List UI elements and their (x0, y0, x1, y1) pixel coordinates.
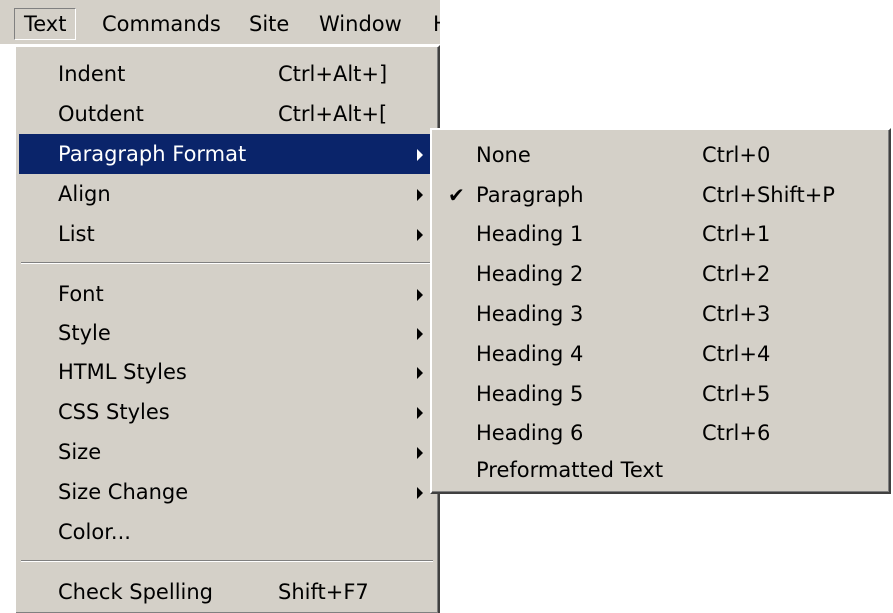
menubar-commands[interactable]: Commands (93, 9, 230, 39)
submenu-arrow-icon (417, 149, 423, 161)
menu-item-html-styles[interactable]: HTML Styles (19, 352, 435, 392)
menu-item-label: Heading 4 (476, 342, 584, 366)
menu-item-label: Heading 3 (476, 302, 584, 326)
menu-item-label: Align (58, 182, 111, 206)
menu-item-shortcut: Shift+F7 (278, 580, 369, 604)
menu-item-outdent[interactable]: Outdent Ctrl+Alt+[ (19, 94, 435, 134)
menu-bar: Text Commands Site Window H (0, 0, 440, 45)
menu-item-label: Size (58, 440, 102, 464)
menu-item-label: List (58, 222, 95, 246)
checkmark-icon: ✔ (448, 183, 465, 207)
menu-item-size-change[interactable]: Size Change (19, 472, 435, 512)
submenu-arrow-icon (417, 328, 423, 340)
menu-item-color[interactable]: Color... (19, 512, 435, 552)
submenu-item-heading-1[interactable]: Heading 1 Ctrl+1 (435, 214, 886, 254)
menu-item-label: None (476, 143, 531, 167)
menubar-text[interactable]: Text (14, 8, 77, 40)
menu-item-paragraph-format[interactable]: Paragraph Format (19, 134, 435, 174)
menu-item-list[interactable]: List (19, 214, 435, 254)
submenu-arrow-icon (417, 289, 423, 301)
menubar-site[interactable]: Site (240, 9, 298, 39)
submenu-arrow-icon (417, 229, 423, 241)
menu-item-label: Preformatted Text (476, 458, 664, 482)
submenu-arrow-icon (417, 367, 423, 379)
text-menu: Indent Ctrl+Alt+] Outdent Ctrl+Alt+[ Par… (14, 45, 440, 613)
menu-separator (21, 262, 433, 264)
submenu-arrow-icon (417, 189, 423, 201)
menu-item-shortcut: Ctrl+5 (702, 382, 771, 406)
menu-item-label: Paragraph Format (58, 142, 247, 166)
menu-item-label: Indent (58, 62, 126, 86)
submenu-item-heading-3[interactable]: Heading 3 Ctrl+3 (435, 294, 886, 334)
menu-item-label: Check Spelling (58, 580, 213, 604)
menu-item-css-styles[interactable]: CSS Styles (19, 392, 435, 432)
submenu-arrow-icon (417, 407, 423, 419)
menu-item-align[interactable]: Align (19, 174, 435, 214)
submenu-item-none[interactable]: None Ctrl+0 (435, 135, 886, 175)
menu-item-label: Heading 6 (476, 421, 584, 445)
paragraph-format-submenu: None Ctrl+0 ✔ Paragraph Ctrl+Shift+P Hea… (430, 128, 891, 494)
submenu-arrow-icon (417, 447, 423, 459)
menu-item-label: CSS Styles (58, 400, 170, 424)
submenu-arrow-icon (417, 487, 423, 499)
submenu-item-heading-5[interactable]: Heading 5 Ctrl+5 (435, 374, 886, 414)
menu-item-label: Outdent (58, 102, 144, 126)
submenu-item-heading-2[interactable]: Heading 2 Ctrl+2 (435, 254, 886, 294)
menu-item-shortcut: Ctrl+Alt+] (278, 62, 388, 86)
menu-item-indent[interactable]: Indent Ctrl+Alt+] (19, 54, 435, 94)
menu-item-label: Size Change (58, 480, 189, 504)
submenu-item-heading-6[interactable]: Heading 6 Ctrl+6 (435, 413, 886, 453)
menu-item-shortcut: Ctrl+4 (702, 342, 771, 366)
menu-item-label: HTML Styles (58, 360, 187, 384)
menu-item-label: Heading 2 (476, 262, 584, 286)
menubar-help[interactable]: H (426, 9, 440, 39)
menubar-window[interactable]: Window (310, 9, 411, 39)
submenu-item-paragraph[interactable]: ✔ Paragraph Ctrl+Shift+P (435, 175, 886, 215)
menu-item-shortcut: Ctrl+Alt+[ (278, 102, 388, 126)
menu-item-label: Heading 1 (476, 222, 584, 246)
menu-item-shortcut: Ctrl+Shift+P (702, 183, 835, 207)
menu-item-style[interactable]: Style (19, 313, 435, 353)
menu-item-shortcut: Ctrl+6 (702, 421, 771, 445)
menu-item-shortcut: Ctrl+2 (702, 262, 771, 286)
menu-item-shortcut: Ctrl+3 (702, 302, 771, 326)
menu-item-label: Font (58, 282, 104, 306)
menu-item-shortcut: Ctrl+1 (702, 222, 771, 246)
menu-item-font[interactable]: Font (19, 274, 435, 314)
menu-item-label: Style (58, 321, 111, 345)
menu-item-label: Color... (58, 520, 131, 544)
menu-item-check-spelling[interactable]: Check Spelling Shift+F7 (19, 572, 435, 612)
menu-separator (21, 560, 433, 562)
submenu-item-preformatted-text[interactable]: Preformatted Text (435, 450, 886, 490)
menu-item-size[interactable]: Size (19, 432, 435, 472)
menu-item-shortcut: Ctrl+0 (702, 143, 771, 167)
menu-item-label: Heading 5 (476, 382, 584, 406)
menu-item-label: Paragraph (476, 183, 584, 207)
submenu-item-heading-4[interactable]: Heading 4 Ctrl+4 (435, 334, 886, 374)
